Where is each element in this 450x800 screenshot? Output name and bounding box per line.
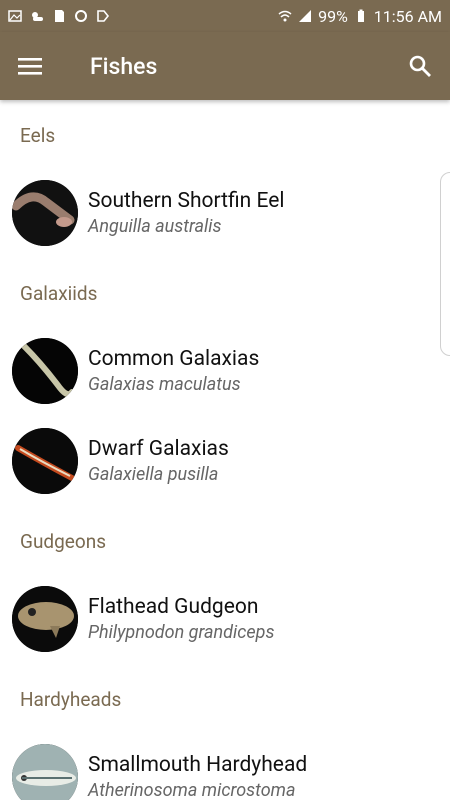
- scientific-name: Atherinosoma microstoma: [88, 780, 296, 800]
- hamburger-menu-icon: [18, 58, 42, 75]
- edge-panel-handle[interactable]: [440, 172, 450, 356]
- common-name: Dwarf Galaxias: [88, 437, 229, 461]
- gudgeon-image-icon: [12, 586, 78, 652]
- battery-percent: 99%: [318, 6, 348, 26]
- list-item-dwarf-galaxias[interactable]: Dwarf Galaxias Galaxiella pusilla: [0, 416, 450, 506]
- section-header-galaxiids: Galaxiids: [20, 282, 98, 305]
- galaxias-image-icon: [12, 338, 78, 404]
- common-name: Southern Shortfin Eel: [88, 189, 285, 213]
- search-icon: [409, 55, 431, 77]
- common-name: Smallmouth Hardyhead: [88, 753, 308, 777]
- scientific-name: Anguilla australis: [88, 216, 222, 237]
- section-header-eels: Eels: [20, 124, 56, 147]
- app-bar: Fishes: [0, 32, 450, 100]
- page-title: Fishes: [90, 52, 158, 80]
- fish-thumbnail: [12, 744, 78, 800]
- signal-icon: [299, 10, 312, 22]
- scientific-name: Galaxias maculatus: [88, 374, 241, 395]
- list-item-flathead-gudgeon[interactable]: Flathead Gudgeon Philypnodon grandiceps: [0, 574, 450, 664]
- scientific-name: Philypnodon grandiceps: [88, 622, 275, 643]
- common-name: Flathead Gudgeon: [88, 595, 259, 619]
- fish-list[interactable]: Eels Southern Shortfin Eel Anguilla aust…: [0, 100, 450, 800]
- fish-thumbnail: [12, 428, 78, 494]
- system-icons: 99% 11:56 AM: [278, 7, 450, 26]
- app-notification-icon: [97, 10, 110, 22]
- eel-image-icon: [12, 180, 78, 246]
- notification-icons: [0, 9, 110, 23]
- list-item-southern-shortfin-eel[interactable]: Southern Shortfin Eel Anguilla australis: [0, 168, 450, 258]
- list-item-smallmouth-hardyhead[interactable]: Smallmouth Hardyhead Atherinosoma micros…: [0, 732, 450, 800]
- sd-card-icon: [55, 10, 64, 22]
- wifi-icon: [278, 10, 292, 22]
- fish-thumbnail: [12, 180, 78, 246]
- common-name: Common Galaxias: [88, 347, 260, 371]
- circle-icon: [75, 10, 87, 22]
- weather-icon: [32, 12, 43, 21]
- status-bar: 99% 11:56 AM: [0, 0, 450, 32]
- search-button[interactable]: [390, 32, 450, 100]
- menu-button[interactable]: [0, 32, 60, 100]
- section-header-gudgeons: Gudgeons: [20, 530, 107, 553]
- hardyhead-image-icon: [12, 744, 78, 800]
- dwarf-galaxias-image-icon: [12, 428, 78, 494]
- scientific-name: Galaxiella pusilla: [88, 464, 219, 485]
- image-icon: [8, 10, 22, 22]
- fish-thumbnail: [12, 338, 78, 404]
- fish-thumbnail: [12, 586, 78, 652]
- clock: 11:56 AM: [373, 6, 442, 26]
- battery-icon: [357, 9, 364, 22]
- section-header-hardyheads: Hardyheads: [20, 688, 122, 711]
- list-item-common-galaxias[interactable]: Common Galaxias Galaxias maculatus: [0, 326, 450, 416]
